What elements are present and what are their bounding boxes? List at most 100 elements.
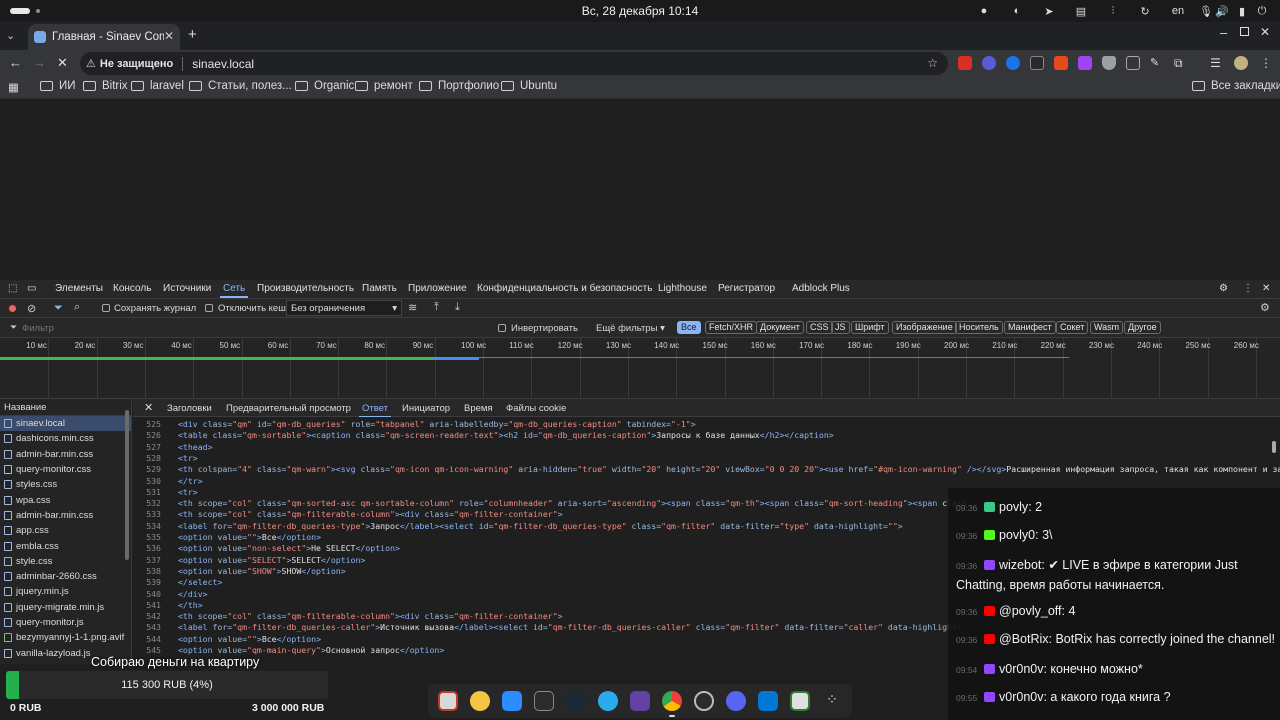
tab-performance[interactable]: Производительность	[257, 283, 354, 294]
tab-sources[interactable]: Источники	[163, 283, 211, 294]
files-app-icon[interactable]	[438, 691, 458, 711]
all-bookmarks[interactable]: Все закладки	[1192, 80, 1280, 92]
more-filters-dropdown[interactable]: Ещё фильтры ▾	[596, 323, 665, 334]
network-timeline-overview[interactable]: 10 мс 20 мс 30 мс 40 мс 50 мс 60 мс 70 мс 80 мс…	[0, 338, 1280, 399]
bookmark-folder-ubuntu[interactable]: Ubuntu	[501, 80, 557, 92]
shield-extension-icon[interactable]	[1102, 56, 1116, 70]
request-row[interactable]: wpa.css	[0, 492, 131, 507]
tab-console[interactable]: Консоль	[113, 283, 151, 294]
request-row[interactable]: admin-bar.min.css	[0, 447, 131, 462]
vscode-app-icon[interactable]	[758, 691, 778, 711]
tab-preview[interactable]: Предварительный просмотр	[226, 403, 351, 414]
request-row[interactable]: style.css	[0, 554, 131, 569]
bookmark-folder-laravel[interactable]: laravel	[131, 80, 184, 92]
app-grid-icon[interactable]: ⁘	[822, 691, 842, 711]
twitch-tray-icon[interactable]: ▤	[1073, 3, 1089, 19]
steam-app-icon[interactable]	[566, 691, 586, 711]
filter-chip-media[interactable]: Носитель	[955, 321, 1003, 334]
request-row[interactable]: bezymyannyj-1-1.png.avif	[0, 630, 131, 645]
maximize-icon[interactable]	[1240, 27, 1249, 36]
record-icon[interactable]	[7, 303, 18, 314]
warning-triangle-icon[interactable]: ⚠	[86, 57, 96, 70]
tab-initiator[interactable]: Инициатор	[402, 403, 450, 414]
request-list-scrollbar[interactable]	[125, 410, 129, 560]
extension-circle-icon[interactable]	[982, 56, 996, 70]
stop-icon[interactable]: ✕	[57, 55, 68, 71]
tab-headers[interactable]: Заголовки	[167, 403, 212, 414]
discord-tray-icon[interactable]: ●	[976, 3, 992, 19]
request-row[interactable]: embla.css	[0, 538, 131, 553]
extension-gamepad-icon[interactable]	[1126, 56, 1140, 70]
request-row[interactable]: jquery-migrate.min.js	[0, 600, 131, 615]
filter-chip-js[interactable]: JS	[831, 321, 850, 334]
filter-chip-other[interactable]: Другое	[1124, 321, 1161, 334]
export-har-icon[interactable]: ⤓	[455, 301, 460, 314]
url-text[interactable]: sinaev.local	[192, 57, 254, 71]
close-devtools-icon[interactable]: ✕	[1262, 283, 1270, 294]
inspect-element-icon[interactable]: ⬚	[8, 283, 17, 294]
request-row[interactable]: admin-bar.min.css	[0, 508, 131, 523]
bookmark-folder-ii[interactable]: ИИ	[40, 80, 76, 92]
bookmark-folder-organic[interactable]: Organic	[295, 80, 354, 92]
extension-blue-icon[interactable]	[1006, 56, 1020, 70]
throttling-select[interactable]: Без ограничения ▾	[286, 300, 402, 316]
extension-red-icon[interactable]	[1054, 56, 1068, 70]
reading-list-icon[interactable]: ☰	[1210, 56, 1224, 70]
extensions-puzzle-icon[interactable]: ⧉	[1174, 56, 1188, 70]
discord-app-icon[interactable]	[726, 691, 746, 711]
request-row[interactable]: query-monitor.css	[0, 462, 131, 477]
code-scrollbar[interactable]	[1272, 441, 1276, 453]
text-editor-app-icon[interactable]	[502, 691, 522, 711]
tab-memory[interactable]: Память	[362, 283, 397, 294]
close-detail-icon[interactable]: ✕	[144, 401, 153, 414]
sync-tray-icon[interactable]: ↻	[1137, 3, 1153, 19]
filter-chip-css[interactable]: CSS	[806, 321, 833, 334]
tab-recorder[interactable]: Регистратор	[718, 283, 775, 294]
tab-response[interactable]: Ответ	[359, 403, 391, 418]
settings-gear-icon[interactable]: ⚙	[1219, 283, 1228, 294]
profile-avatar[interactable]	[1234, 56, 1248, 70]
filter-chip-document[interactable]: Документ	[756, 321, 804, 334]
request-list-header[interactable]: Название	[0, 399, 131, 416]
request-row[interactable]: dashicons.min.css	[0, 431, 131, 446]
request-row[interactable]: app.css	[0, 523, 131, 538]
microphone-icon[interactable]: 🎙	[1198, 3, 1214, 19]
security-status[interactable]: Не защищено	[100, 58, 173, 70]
pen-extension-icon[interactable]: ✎	[1150, 56, 1164, 70]
app-tray-icon[interactable]: ◐	[1009, 3, 1025, 19]
bookmark-star-icon[interactable]: ☆	[927, 56, 938, 70]
filter-chip-manifest[interactable]: Манифест	[1004, 321, 1056, 334]
filter-chip-font[interactable]: Шрифт	[851, 321, 889, 334]
bookmark-folder-remont[interactable]: ремонт	[355, 80, 413, 92]
new-tab-icon[interactable]: +	[188, 26, 197, 43]
minimize-icon[interactable]: –	[1220, 25, 1227, 40]
network-conditions-icon[interactable]: ≋	[408, 301, 417, 314]
browser-menu-icon[interactable]: ⋮	[1260, 56, 1274, 70]
tab-close-icon[interactable]: ✕	[164, 29, 174, 43]
request-row[interactable]: sinaev.local	[0, 416, 131, 432]
power-icon[interactable]: ⏻	[1254, 3, 1270, 19]
trash-app-icon[interactable]	[790, 691, 810, 711]
telegram-tray-icon[interactable]: ➤	[1041, 3, 1057, 19]
tab-adblock-plus[interactable]: Adblock Plus	[792, 283, 850, 294]
tab-lighthouse[interactable]: Lighthouse	[658, 283, 707, 294]
telegram-app-icon[interactable]	[598, 691, 618, 711]
address-bar[interactable]: ⚠ Не защищено sinaev.local ☆	[80, 52, 948, 75]
tab-application[interactable]: Приложение	[408, 283, 467, 294]
terminal-app-icon[interactable]	[534, 691, 554, 711]
filter-chip-wasm[interactable]: Wasm	[1090, 321, 1124, 334]
browser-tab[interactable]: Главная - Sinaev Compa ✕	[28, 24, 180, 50]
obs-studio-app-icon[interactable]	[694, 691, 714, 711]
tab-timing[interactable]: Время	[464, 403, 493, 414]
filter-chip-socket[interactable]: Сокет	[1056, 321, 1089, 334]
import-har-icon[interactable]: ⤒	[434, 301, 439, 314]
tab-search-icon[interactable]: ⌄	[6, 29, 15, 42]
network-settings-icon[interactable]: ⚙	[1260, 301, 1270, 314]
tab-cookies[interactable]: Файлы cookie	[506, 403, 566, 414]
keyboard-layout[interactable]: en	[1168, 3, 1188, 19]
request-row[interactable]: jquery.min.js	[0, 584, 131, 599]
filter-input[interactable]	[22, 321, 322, 335]
invert-checkbox[interactable]	[498, 324, 506, 332]
back-icon[interactable]: ←	[9, 55, 22, 70]
battery-icon[interactable]: ▮	[1234, 3, 1250, 19]
